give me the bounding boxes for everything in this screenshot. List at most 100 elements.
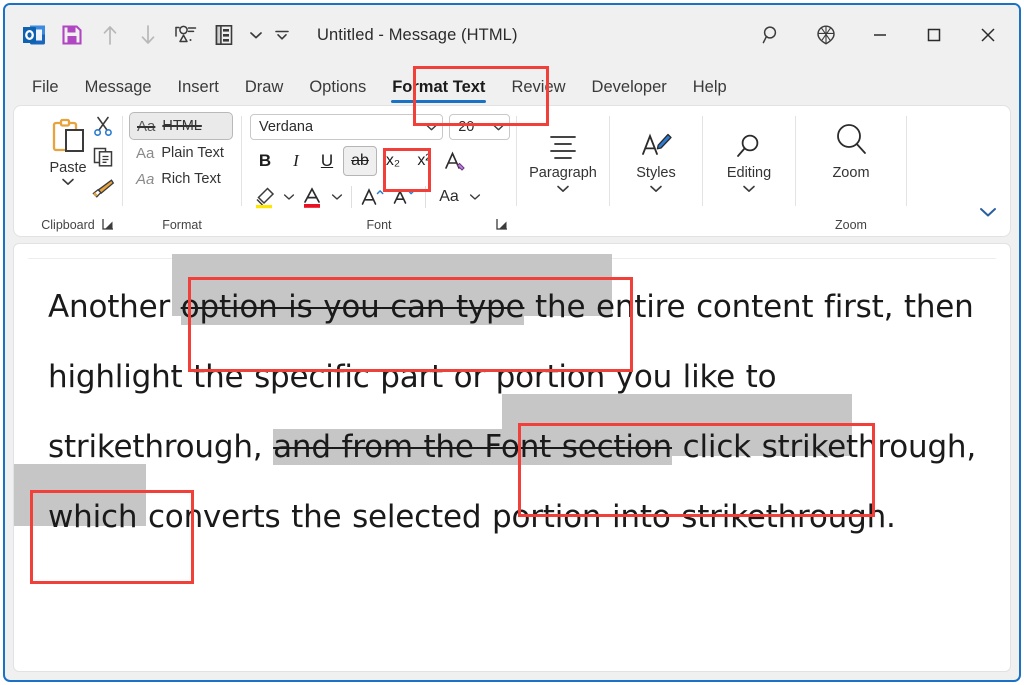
clear-formatting-button[interactable] [440, 146, 470, 176]
message-body-text[interactable]: Another option is you can type the entir… [48, 272, 990, 552]
grow-font-button[interactable] [358, 182, 388, 212]
tab-message[interactable]: Message [72, 78, 165, 105]
window-controls [745, 5, 1015, 65]
gem-diamond-icon[interactable] [799, 13, 853, 57]
format-painter-button[interactable] [90, 176, 116, 200]
paragraph-icon [546, 112, 580, 160]
font-dialog-launcher-icon[interactable] [495, 217, 509, 231]
ribbon-group-zoom-label: Zoom [835, 218, 867, 232]
format-rich-text-label: Rich Text [161, 171, 221, 187]
paragraph-label: Paragraph [529, 165, 597, 181]
font-color-chevron-down-icon[interactable] [329, 183, 345, 211]
search-icon[interactable] [745, 13, 799, 57]
body-segment-selected-1: option is you can type [180, 289, 525, 325]
font-size-chevron-down-icon[interactable] [492, 121, 505, 134]
editing-label: Editing [726, 165, 772, 181]
tab-insert[interactable]: Insert [165, 78, 232, 105]
underline-button[interactable]: U [312, 146, 342, 176]
superscript-button[interactable]: x² [409, 146, 439, 176]
paste-label: Paste [49, 160, 87, 176]
tab-file[interactable]: File [19, 78, 72, 105]
ribbon: Paste Clipboard Aa HTML Aa Plain Text Aa… [13, 105, 1011, 237]
zoom-button-label: Zoom [832, 165, 870, 181]
zoom-icon [831, 112, 871, 160]
outlook-app-icon[interactable] [15, 15, 53, 55]
tab-help[interactable]: Help [680, 78, 740, 105]
format-html-aa-icon: Aa [137, 117, 156, 135]
paste-chevron-down-icon[interactable] [61, 176, 75, 188]
touch-mouse-mode-icon[interactable] [167, 15, 205, 55]
format-plain-text-button[interactable]: Aa Plain Text [129, 140, 233, 166]
cut-button[interactable] [90, 114, 116, 138]
clipboard-small-buttons [90, 114, 116, 200]
paste-icon [47, 116, 89, 158]
window-title: Untitled - Message (HTML) [317, 25, 518, 44]
ribbon-tail-area [907, 106, 1010, 236]
ribbon-group-font: Verdana 20 B I U ab x₂ x² Aa Font [242, 106, 516, 236]
text-highlight-color-button[interactable] [250, 182, 280, 212]
change-case-button[interactable]: Aa [432, 182, 466, 212]
maximize-button[interactable] [907, 13, 961, 57]
text-highlight-color-chevron-down-icon[interactable] [281, 183, 297, 211]
undo-arrow-up-icon[interactable] [91, 15, 129, 55]
reading-pane-icon[interactable] [205, 15, 243, 55]
font-size-combobox[interactable]: 20 [449, 114, 510, 140]
minimize-button[interactable] [853, 13, 907, 57]
font-name-chevron-down-icon[interactable] [425, 121, 438, 134]
strikethrough-button[interactable]: ab [343, 146, 377, 176]
tab-options[interactable]: Options [296, 78, 379, 105]
title-bar: Untitled - Message (HTML) [5, 5, 1019, 65]
body-segment-selected-2: and from the Font section [273, 429, 673, 465]
message-body-area[interactable]: Another option is you can type the entir… [13, 243, 1011, 672]
styles-chevron-down-icon[interactable] [649, 183, 663, 195]
save-icon[interactable] [53, 15, 91, 55]
ribbon-group-styles[interactable]: Styles [610, 106, 702, 236]
ribbon-group-font-label: Font [366, 218, 392, 232]
subscript-glyph: x₂ [385, 152, 401, 169]
format-html-label: HTML [162, 118, 202, 134]
styles-icon [640, 112, 672, 160]
ribbon-group-format: Aa HTML Aa Plain Text Aa Rich Text Forma… [123, 106, 241, 236]
tab-developer[interactable]: Developer [579, 78, 680, 105]
tab-draw[interactable]: Draw [232, 78, 297, 105]
subscript-button[interactable]: x₂ [378, 146, 408, 176]
bold-button[interactable]: B [250, 146, 280, 176]
format-html-button[interactable]: Aa HTML [129, 112, 233, 140]
font-name-combobox[interactable]: Verdana [250, 114, 444, 140]
editing-chevron-down-icon[interactable] [742, 183, 756, 195]
editing-search-icon [734, 112, 764, 160]
italic-glyph: I [293, 151, 299, 170]
font-color-button[interactable] [298, 182, 328, 212]
ribbon-group-editing[interactable]: Editing [703, 106, 795, 236]
underline-glyph: U [320, 151, 334, 170]
chevron-down-icon[interactable] [243, 15, 269, 55]
close-button[interactable] [961, 13, 1015, 57]
strikethrough-glyph: ab [351, 152, 369, 169]
divider [351, 186, 352, 208]
collapse-ribbon-chevron-down-icon[interactable] [978, 204, 998, 224]
body-segment-plain: Another [48, 289, 181, 325]
font-size-value: 20 [458, 119, 475, 135]
clipboard-dialog-launcher-icon[interactable] [101, 217, 115, 231]
customize-quick-access-icon[interactable] [269, 15, 295, 55]
tab-review[interactable]: Review [498, 78, 578, 105]
ribbon-group-zoom[interactable]: Zoom Zoom [796, 106, 906, 236]
superscript-glyph: x² [417, 152, 431, 169]
copy-button[interactable] [90, 145, 116, 169]
bold-glyph: B [258, 151, 272, 170]
outlook-message-window: Untitled - Message (HTML) File Message I… [3, 3, 1021, 682]
redo-arrow-down-icon[interactable] [129, 15, 167, 55]
change-case-chevron-down-icon[interactable] [467, 183, 483, 211]
format-plain-text-aa-icon: Aa [136, 144, 155, 162]
tab-format-text[interactable]: Format Text [379, 78, 498, 105]
styles-label: Styles [636, 165, 676, 181]
ribbon-group-format-label: Format [162, 218, 202, 232]
ribbon-group-paragraph[interactable]: Paragraph [517, 106, 609, 236]
ribbon-group-clipboard: Paste Clipboard [14, 106, 122, 236]
ribbon-tab-bar: File Message Insert Draw Options Format … [5, 65, 1019, 105]
format-rich-text-button[interactable]: Aa Rich Text [129, 166, 233, 192]
shrink-font-button[interactable] [389, 182, 419, 212]
italic-button[interactable]: I [281, 146, 311, 176]
format-plain-text-label: Plain Text [161, 145, 224, 161]
paragraph-chevron-down-icon[interactable] [556, 183, 570, 195]
